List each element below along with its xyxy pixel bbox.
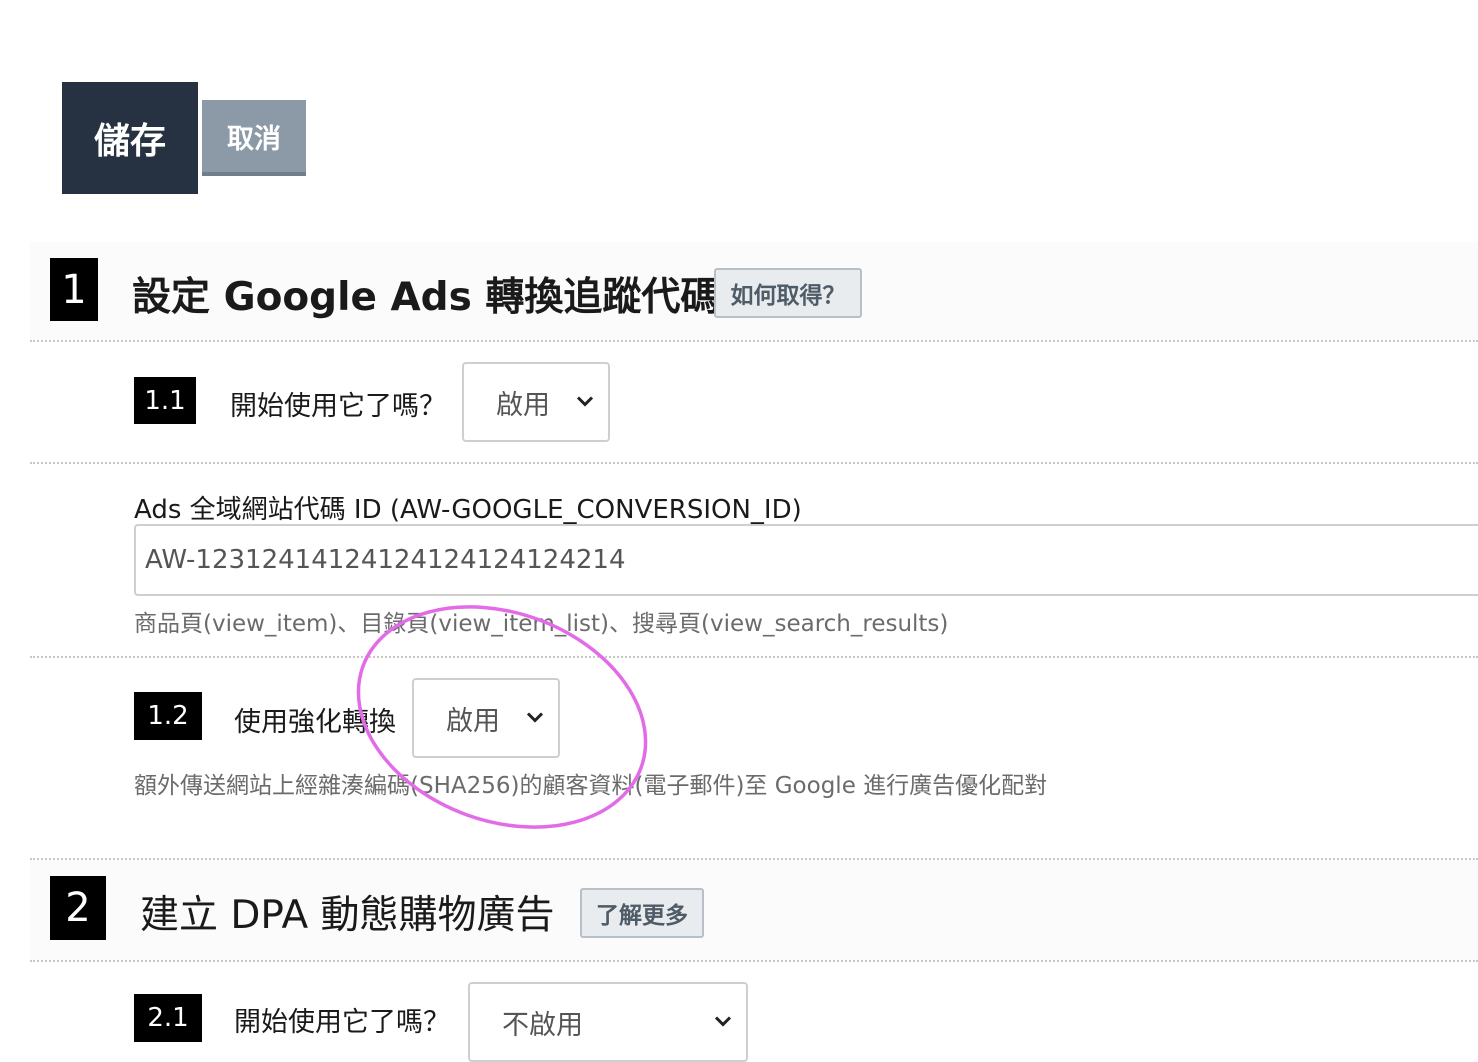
item-1-2-label: 使用強化轉換 [234, 707, 396, 738]
divider [30, 340, 1478, 342]
divider [30, 960, 1478, 962]
chevron-down-icon [576, 393, 594, 412]
item-2-1-select-value: 不啟用 [502, 1009, 583, 1041]
item-2-1-select[interactable]: 不啟用 [468, 982, 748, 1062]
item-1-2-select[interactable]: 啟用 [412, 678, 560, 758]
item-1-1-label: 開始使用它了嗎？ [230, 391, 446, 422]
how-to-get-button[interactable]: 如何取得？ [714, 268, 862, 318]
save-button[interactable]: 儲存 [62, 82, 198, 194]
section-2-title: 建立 DPA 動態購物廣告 [140, 893, 555, 938]
item-2-1-number: 2.1 [134, 994, 202, 1042]
section-1-number: 1 [50, 258, 98, 321]
divider [30, 462, 1478, 464]
chevron-down-icon [714, 1013, 732, 1032]
ads-id-input[interactable]: AW-12312414124124124124124214 [134, 524, 1478, 596]
item-1-2-number: 1.2 [134, 692, 202, 740]
item-1-1-select[interactable]: 啟用 [462, 362, 610, 442]
chevron-down-icon [526, 709, 544, 728]
item-1-1-select-value: 啟用 [496, 389, 550, 421]
item-1-1-number: 1.1 [134, 377, 196, 424]
item-1-2-select-value: 啟用 [446, 705, 500, 737]
cancel-button[interactable]: 取消 [202, 100, 306, 176]
ads-id-hint: 商品頁(view_item)、目錄頁(view_item_list)、搜尋頁(v… [134, 611, 949, 637]
ads-id-label: Ads 全域網站代碼 ID (AW-GOOGLE_CONVERSION_ID) [134, 495, 802, 525]
learn-more-button[interactable]: 了解更多 [580, 888, 704, 938]
item-1-2-hint: 額外傳送網站上經雜湊編碼(SHA256)的顧客資料(電子郵件)至 Google … [134, 773, 1048, 799]
divider [30, 656, 1478, 658]
section-1-title: 設定 Google Ads 轉換追蹤代碼 [132, 275, 720, 320]
section-2-number: 2 [50, 876, 106, 940]
item-2-1-label: 開始使用它了嗎？ [234, 1007, 450, 1038]
